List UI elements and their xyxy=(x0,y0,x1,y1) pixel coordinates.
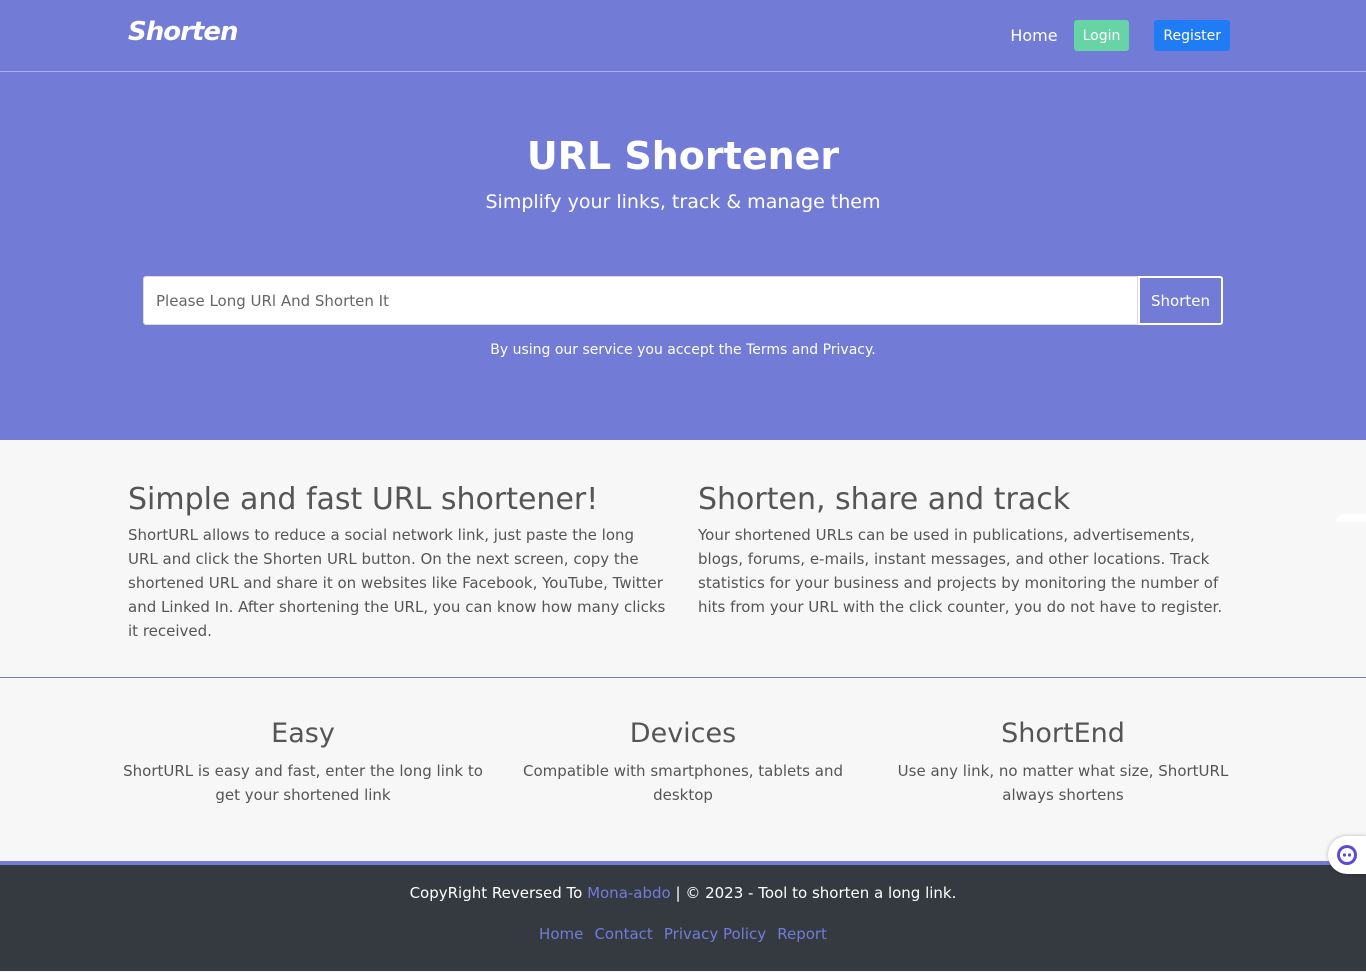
feature-shortend: ShortEnd Use any link, no matter what si… xyxy=(883,718,1243,807)
side-tab[interactable] xyxy=(1336,514,1366,522)
feature-title: Devices xyxy=(629,718,737,749)
about-section: Simple and fast URL shortener! ShortURL … xyxy=(0,440,1366,678)
feature-title: Easy xyxy=(271,718,335,749)
feature-text: Use any link, no matter what size, Short… xyxy=(897,762,1229,804)
feature-text: ShortURL is easy and fast, enter the lon… xyxy=(123,762,483,804)
about-right-text: Your shortened URLs can be used in publi… xyxy=(698,526,1223,616)
about-left-title: Simple and fast URL shortener! xyxy=(128,482,599,517)
copyright-prefix: CopyRight Reversed To xyxy=(409,884,583,902)
brand-logo[interactable]: Shorten xyxy=(128,17,238,47)
feature-text: Compatible with smartphones, tablets and… xyxy=(523,762,843,804)
footer-links: Home Contact Privacy Policy Report xyxy=(0,924,1366,943)
feature-title: ShortEnd xyxy=(1001,718,1125,749)
nav-links: Home Login Register xyxy=(1010,20,1230,51)
about-left: Simple and fast URL shortener! ShortURL … xyxy=(128,482,668,643)
footer-privacy-link[interactable]: Privacy Policy xyxy=(664,925,766,943)
feature-devices: Devices Compatible with smartphones, tab… xyxy=(503,718,863,807)
shorten-button[interactable]: Shorten xyxy=(1138,276,1223,325)
terms-notice: By using our service you accept the Term… xyxy=(490,342,876,358)
hero-section: Shorten Home Login Register URL Shortene… xyxy=(0,0,1366,440)
about-left-text: ShortURL allows to reduce a social netwo… xyxy=(128,526,666,640)
copyright-suffix: | © 2023 - Tool to shorten a long link. xyxy=(675,884,957,902)
footer-home-link[interactable]: Home xyxy=(539,925,583,943)
footer-contact-link[interactable]: Contact xyxy=(594,925,652,943)
chat-bot-icon[interactable] xyxy=(1328,836,1366,874)
footer: CopyRight Reversed To Mona-abdo | © 2023… xyxy=(0,865,1366,971)
about-right: Shorten, share and track Your shortened … xyxy=(698,482,1238,619)
about-right-title: Shorten, share and track xyxy=(698,482,1071,517)
navbar: Shorten Home Login Register xyxy=(0,0,1366,72)
author-link[interactable]: Mona-abdo xyxy=(587,884,671,902)
shorten-form: Shorten xyxy=(143,276,1223,325)
features-section: Easy ShortURL is easy and fast, enter th… xyxy=(0,678,1366,865)
long-url-input[interactable] xyxy=(143,276,1138,325)
feature-easy: Easy ShortURL is easy and fast, enter th… xyxy=(123,718,483,807)
page-subtitle: Simplify your links, track & manage them xyxy=(485,191,881,213)
nav-home-link[interactable]: Home xyxy=(1010,26,1057,45)
page-title: URL Shortener xyxy=(526,134,840,178)
footer-report-link[interactable]: Report xyxy=(777,925,827,943)
login-button[interactable]: Login xyxy=(1073,20,1130,51)
copyright-text: CopyRight Reversed To Mona-abdo | © 2023… xyxy=(0,884,1366,902)
register-button[interactable]: Register xyxy=(1154,20,1230,51)
